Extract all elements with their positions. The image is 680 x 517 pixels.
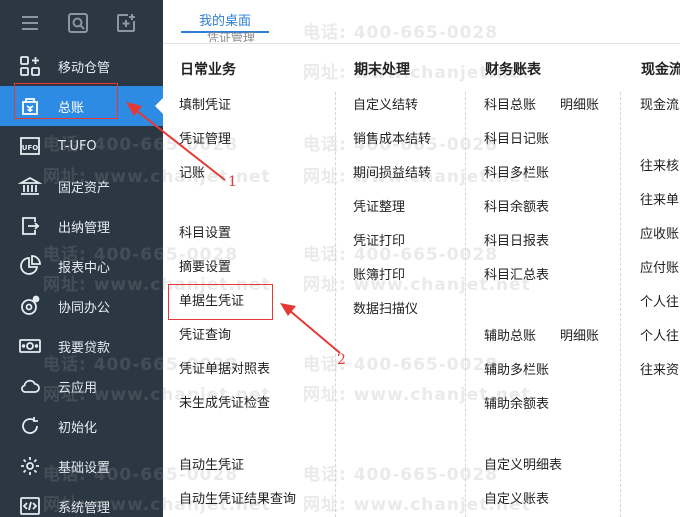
- menu-voucher-document-table[interactable]: 凭证单据对照表: [179, 358, 270, 377]
- sidebar-item-label: 协同办公: [58, 300, 111, 316]
- menu-voucher-tidy[interactable]: 凭证整理: [353, 196, 405, 215]
- section-title-cash-flow: 现金流: [641, 62, 680, 78]
- loan-icon: [17, 333, 43, 359]
- code-icon: [17, 493, 43, 517]
- app-window: 移动仓管 总账 UFO T-UFO 固定资产 出纳管理 报表中心 协同办公 我要…: [0, 0, 680, 517]
- menu-aux-general-ledger[interactable]: 辅助总账: [484, 325, 536, 344]
- menu-auto-voucher[interactable]: 自动生凭证: [179, 454, 244, 473]
- menu-ar-ap-statement[interactable]: 往来单: [640, 189, 679, 208]
- tab-my-desktop[interactable]: 我的桌面: [181, 10, 269, 29]
- menu-ar-ap-check[interactable]: 往来核: [640, 155, 679, 174]
- refresh-icon: [17, 413, 43, 439]
- main-panel: 我的桌面 凭证管理 电话: 400-665-0028 网址: www.chanj…: [43, 0, 680, 517]
- menu-ledger-print[interactable]: 账簿打印: [353, 264, 405, 283]
- menu-personal-ar[interactable]: 个人往: [640, 291, 679, 310]
- menu-cash-flow[interactable]: 现金流: [640, 94, 679, 113]
- watermark-phone: 电话: 400-665-0028: [303, 465, 499, 485]
- settings-icon: [17, 453, 43, 479]
- cloud-icon: [17, 373, 43, 399]
- menu-icon[interactable]: [18, 11, 42, 35]
- menu-data-scanner[interactable]: 数据扫描仪: [353, 298, 418, 317]
- cashier-icon: [17, 213, 43, 239]
- menu-detail-ledger[interactable]: 明细账: [560, 94, 599, 113]
- menu-account-settings[interactable]: 科目设置: [179, 222, 231, 241]
- column-divider: [620, 92, 621, 517]
- menu-ar-ap-funds[interactable]: 往来资: [640, 359, 679, 378]
- tab-voucher-management-partial: 凭证管理: [207, 32, 256, 42]
- highlight-box-document-to-voucher: [168, 284, 273, 320]
- pie-chart-icon: [17, 253, 43, 279]
- sidebar-top-icons: [0, 0, 163, 46]
- menu-custom-ledger[interactable]: 自定义账表: [484, 488, 549, 507]
- highlight-box-general-ledger: [14, 83, 118, 119]
- menu-account-multicolumn[interactable]: 科目多栏账: [484, 162, 549, 181]
- menu-aux-multicolumn[interactable]: 辅助多栏账: [484, 359, 549, 378]
- menu-unvouchered-check[interactable]: 未生成凭证检查: [179, 392, 270, 411]
- apps-plus-icon: [17, 53, 43, 79]
- menu-voucher-query[interactable]: 凭证查询: [179, 324, 231, 343]
- column-divider: [465, 92, 466, 517]
- sidebar-item-mobile-warehouse[interactable]: 移动仓管: [0, 46, 163, 86]
- menu-payables[interactable]: 应付账: [640, 257, 679, 276]
- section-title-financial-books: 财务账表: [485, 62, 541, 78]
- watermark-phone: 电话: 400-665-0028: [303, 355, 499, 375]
- menu-aux-detail-ledger[interactable]: 明细账: [560, 325, 599, 344]
- svg-text:UFO: UFO: [22, 144, 38, 152]
- menu-personal-ap[interactable]: 个人往: [640, 325, 679, 344]
- menu-account-general-ledger[interactable]: 科目总账: [484, 94, 536, 113]
- menu-voucher-print[interactable]: 凭证打印: [353, 230, 405, 249]
- menu-receivables[interactable]: 应收账: [640, 223, 679, 242]
- menu-account-journal[interactable]: 科目日记账: [484, 128, 549, 147]
- menu-aux-balance[interactable]: 辅助余额表: [484, 393, 549, 412]
- sidebar-item-label: 移动仓管: [58, 60, 111, 76]
- sidebar-item-label: 出纳管理: [58, 220, 111, 236]
- watermark-phone: 电话: 400-665-0028: [303, 23, 499, 43]
- sidebar-item-label: 初始化: [58, 420, 98, 436]
- menu-summary-settings[interactable]: 摘要设置: [179, 256, 231, 275]
- menu-posting[interactable]: 记账: [179, 162, 205, 181]
- menu-voucher-management[interactable]: 凭证管理: [179, 128, 231, 147]
- new-window-icon[interactable]: [114, 11, 138, 35]
- menu-auto-voucher-result[interactable]: 自动生凭证结果查询: [179, 488, 296, 507]
- menu-account-balance[interactable]: 科目余额表: [484, 196, 549, 215]
- collaboration-icon: [17, 293, 43, 319]
- section-title-period-end: 期末处理: [354, 62, 410, 78]
- menu-account-daily-report[interactable]: 科目日报表: [484, 230, 549, 249]
- menu-custom-detail-table[interactable]: 自定义明细表: [484, 454, 562, 473]
- annotation-label-1: 1: [228, 174, 237, 190]
- menu-custom-carry-forward[interactable]: 自定义结转: [353, 94, 418, 113]
- sidebar-item-initialization[interactable]: 初始化: [0, 406, 163, 446]
- bank-icon: [17, 173, 43, 199]
- search-icon[interactable]: [66, 11, 90, 35]
- ufo-icon: UFO: [17, 133, 43, 159]
- menu-profit-loss-carry-forward[interactable]: 期间损益结转: [353, 162, 431, 181]
- section-title-daily: 日常业务: [180, 62, 236, 78]
- menu-sales-cost-carry-forward[interactable]: 销售成本结转: [353, 128, 431, 147]
- column-divider: [335, 92, 336, 517]
- menu-account-summary[interactable]: 科目汇总表: [484, 264, 549, 283]
- annotation-label-2: 2: [337, 352, 346, 368]
- menu-fill-voucher[interactable]: 填制凭证: [179, 94, 231, 113]
